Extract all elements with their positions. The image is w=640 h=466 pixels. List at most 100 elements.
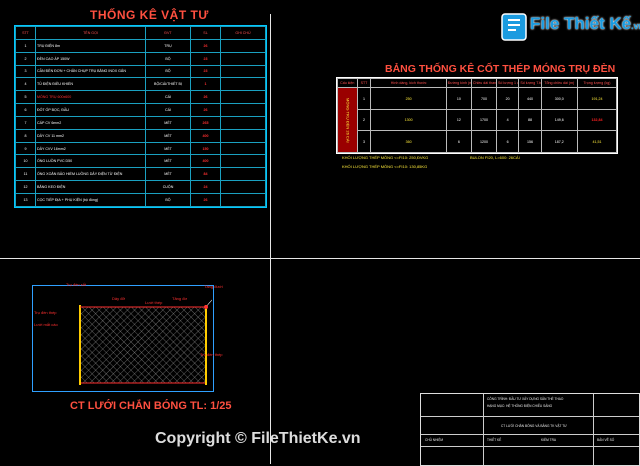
- materials-row: 9 DÂY CVV 16mm2 MÉT 150: [15, 141, 266, 156]
- title-block: CÔNG TRÌNH: ĐẦU TƯ XÂY DỰNG SÂN THỂ THAO…: [420, 393, 640, 466]
- fence-label: Trụ đèn sắt: [66, 282, 87, 287]
- steel-table: Cấu kiện STT Hình dáng, kích thước Đường…: [336, 77, 618, 154]
- steel-n1: 4: [496, 108, 520, 132]
- row-unit: BỘ: [145, 64, 191, 79]
- row-stt: 6: [15, 103, 36, 117]
- row-qty: 26: [190, 38, 221, 53]
- row-stt: 7: [15, 115, 36, 130]
- steel-h5: Số lượng 1 ck: [496, 77, 520, 89]
- materials-body: 1 TRỤ ĐIỆN 8m TRỤ 26 2 ĐÈN CAO ÁP 150W BỘ 23 3 CẦ…: [15, 38, 266, 208]
- steel-n2: 88: [518, 108, 542, 132]
- steel-stt: 3: [356, 130, 372, 153]
- header-stt: STT: [15, 26, 36, 40]
- steel-h0: Cấu kiện: [337, 77, 358, 89]
- row-unit: MÉT: [145, 167, 191, 182]
- watermark-logo-suffix: .vn: [631, 21, 640, 31]
- steel-len: 1200: [470, 130, 498, 153]
- row-stt: 11: [15, 167, 36, 182]
- steel-row: MÓNG TRỤ ĐÈN 26 CÁI 1 250 10 700 20 440 …: [337, 87, 618, 153]
- materials-table: STT TÊN GỌI ĐVT SL GHI CHÚ 1 TRỤ ĐIỆN 8m T…: [14, 25, 267, 208]
- fence-label: Lưới thép: [145, 300, 163, 305]
- header-note: GHI CHÚ: [220, 26, 266, 40]
- row-note: [220, 167, 266, 182]
- steel-weight: 41,51: [576, 130, 618, 153]
- row-unit: BỘ: [145, 51, 191, 66]
- row-unit: CÁI: [145, 90, 191, 105]
- steel-weight: 132,84: [576, 108, 618, 132]
- fence-mesh: [79, 306, 207, 384]
- row-name: ỐNG XOẮN BẢO HIỂM LUỒNG DÂY ĐIỆN TỪ ĐIỆN: [35, 167, 146, 182]
- steel-component: MÓNG TRỤ ĐÈN 26 CÁI: [337, 87, 358, 153]
- watermark-logo-text: File Thiết Kế.vn: [530, 14, 640, 34]
- row-unit: CUỘN: [145, 180, 191, 194]
- steel-total: 187,2: [540, 130, 578, 153]
- title-block-item: HẠNG MỤC: HỆ THỐNG ĐIỆN CHIẾU SÁNG: [487, 404, 553, 408]
- row-qty: 400: [190, 154, 221, 169]
- row-note: [220, 115, 266, 130]
- steel-shape: 1300: [370, 108, 447, 132]
- row-stt: 10: [15, 154, 36, 169]
- row-qty: 400: [190, 128, 221, 143]
- row-unit: MÉT: [145, 141, 191, 156]
- steel-len: 1700: [470, 108, 498, 132]
- steel-n1: 20: [496, 87, 520, 110]
- steel-total: 149,6: [540, 108, 578, 132]
- steel-h6: Số lượng T.bộ: [518, 77, 542, 89]
- row-unit: MÉT: [145, 154, 191, 169]
- header-unit: ĐVT: [145, 26, 191, 40]
- row-stt: 2: [15, 51, 36, 66]
- fence-tensioner-icon: [204, 305, 208, 309]
- steel-n1: 6: [496, 130, 520, 153]
- steel-n2: 440: [518, 87, 542, 110]
- steel-note-2: KHỐI LƯỢNG THÉP MÓNG <=FI10: 130,85KG: [342, 164, 428, 169]
- row-stt: 13: [15, 192, 36, 208]
- row-qty: 23: [190, 51, 221, 66]
- row-name: CỌC TIẾP ĐỊA + PHỤ KIỆN (bộ đồng): [35, 192, 146, 208]
- row-qty: 84: [190, 167, 221, 182]
- steel-table-title: BẢNG THỐNG KÊ CỐT THÉP MÓNG TRỤ ĐÈN: [385, 63, 616, 75]
- fence-label: Trụ đèn thép: [34, 310, 57, 315]
- materials-table-title: THỐNG KÊ VẬT TƯ: [90, 8, 209, 22]
- steel-h1: STT: [356, 77, 372, 89]
- row-stt: 12: [15, 180, 36, 194]
- steel-dia: 12: [445, 108, 472, 132]
- row-stt: 5: [15, 90, 36, 105]
- row-name: ĐÈN CAO ÁP 150W: [35, 51, 146, 66]
- row-unit: BỘ/CÁI/THIẾT BỊ: [145, 77, 191, 92]
- header-name: TÊN GỌI: [35, 26, 146, 40]
- row-note: [220, 90, 266, 105]
- row-note: [220, 180, 266, 194]
- row-stt: 1: [15, 38, 36, 53]
- fence-label: Tăng đơ: [172, 296, 188, 301]
- row-name: CẦN ĐÈN ĐƠN + CHÂN CHỤP TRỤ BẰNG INOX GẮ…: [35, 64, 146, 79]
- materials-row: 3 CẦN ĐÈN ĐƠN + CHÂN CHỤP TRỤ BẰNG INOX G…: [15, 64, 266, 79]
- steel-weight: 191,24: [576, 87, 618, 110]
- row-name: DÂY CV 11 mm2: [35, 128, 146, 143]
- steel-n2: 156: [518, 130, 542, 153]
- materials-row: 6 ĐỐT ỐP BỌC, ĐẦU CÁI 26: [15, 103, 266, 117]
- drawing-divider-vertical: [270, 14, 271, 464]
- steel-row: 2 1300 12 1700 4 88 149,6 132,84: [338, 108, 618, 132]
- materials-header-row: STT TÊN GỌI ĐVT SL GHI CHÚ: [15, 26, 266, 40]
- materials-row: 2 ĐÈN CAO ÁP 150W BỘ 23: [15, 51, 266, 66]
- row-note: [220, 51, 266, 66]
- steel-dia: 10: [445, 87, 472, 110]
- drawing-caption: CT LƯỚI CHẮN BÓNG TL: 1/25: [70, 400, 232, 412]
- materials-row: 7 CÁP CV 6mm2 MÉT 265: [15, 115, 266, 130]
- row-qty: 26: [190, 90, 221, 105]
- row-note: [220, 77, 266, 92]
- steel-note-1b: BULON FI20, L=600: 26CÁI: [470, 155, 520, 160]
- steel-shape: 250: [370, 87, 447, 110]
- row-name: MÓNG TRỤ 600x600: [35, 90, 146, 105]
- row-stt: 4: [15, 77, 36, 92]
- materials-row: 12 BĂNG KEO ĐIỆN CUỘN 24: [15, 180, 266, 194]
- materials-row: 5 MÓNG TRỤ 600x600 CÁI 26: [15, 90, 266, 105]
- row-note: [220, 141, 266, 156]
- row-name: TỦ ĐIỆN ĐIỀU KHIỂN: [35, 77, 146, 92]
- steel-row: 3 360 6 1200 6 156 187,2 41,51: [338, 130, 618, 153]
- row-qty: 23: [190, 64, 221, 79]
- title-block-role: THIẾT KẾ: [487, 438, 502, 442]
- row-name: CÁP CV 6mm2: [35, 115, 146, 130]
- row-name: ỐNG LUỒN PVC D50: [35, 154, 146, 169]
- row-note: [220, 38, 266, 53]
